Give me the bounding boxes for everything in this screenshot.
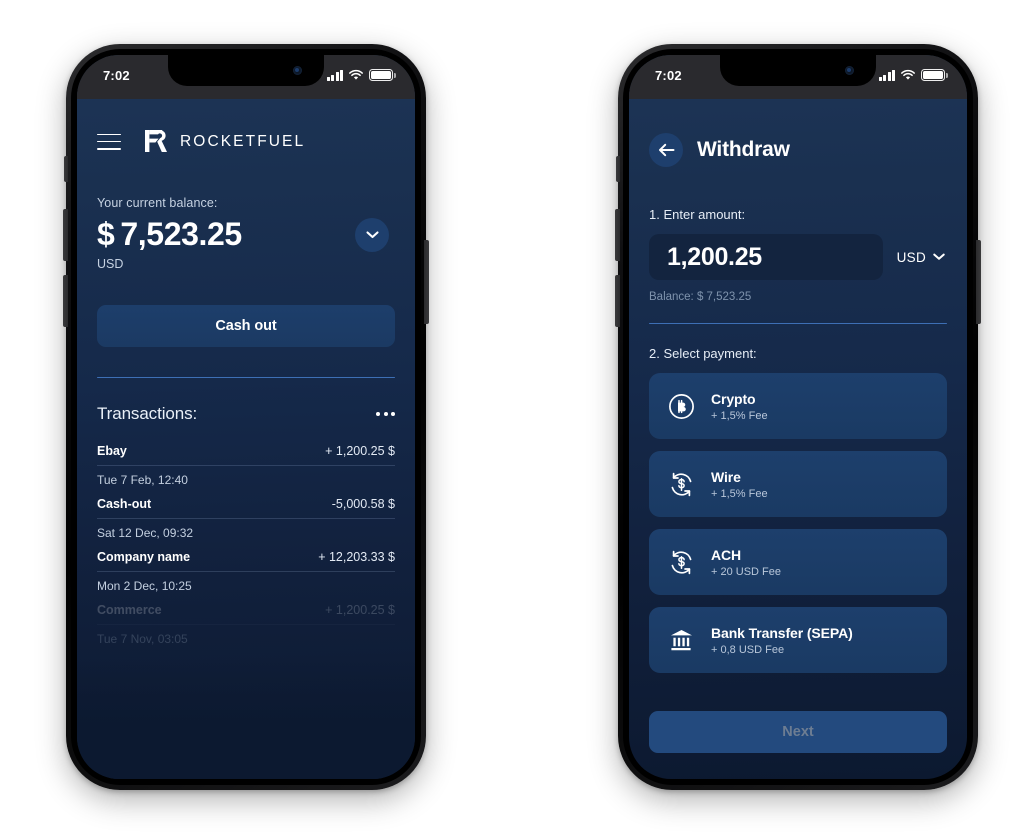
silence-switch[interactable] — [64, 156, 68, 182]
transaction-date: Tue 7 Feb, 12:40 — [97, 465, 395, 487]
balance-note: Balance: $ 7,523.25 — [649, 291, 752, 303]
step-2-label: 2. Select payment: — [649, 346, 757, 362]
transaction-amount: -5,000.58 $ — [331, 497, 395, 512]
rocketfuel-logo-icon — [145, 130, 167, 152]
transactions-list: Ebay + 1,200.25 $ Tue 7 Feb, 12:40 Cash-… — [97, 434, 395, 646]
front-camera — [845, 66, 854, 75]
bank-building-icon — [667, 626, 695, 654]
cash-out-button[interactable]: Cash out — [97, 305, 395, 347]
transaction-date: Tue 7 Nov, 03:05 — [97, 624, 395, 646]
signal-bars-icon — [878, 69, 895, 81]
wifi-icon — [901, 69, 915, 80]
screenshot-canvas: 7:02 ROCKETFUEL Your current balance: $ … — [0, 0, 1024, 838]
balance-row: $7,523.25 — [97, 216, 395, 253]
balance-expand-button[interactable] — [355, 217, 389, 252]
next-button[interactable]: Next — [649, 711, 947, 753]
payment-method-ach[interactable]: ACH + 20 USD Fee — [649, 529, 947, 596]
balance-currency: USD — [97, 257, 124, 271]
payment-method-fee: + 1,5% Fee — [711, 409, 768, 422]
chevron-down-icon — [365, 230, 379, 238]
transaction-name: Commerce — [97, 603, 162, 618]
payment-method-crypto[interactable]: Crypto + 1,5% Fee — [649, 373, 947, 440]
transaction-name: Cash-out — [97, 497, 152, 512]
payment-method-bank-transfer[interactable]: Bank Transfer (SEPA) + 0,8 USD Fee — [649, 607, 947, 674]
balance-currency-symbol: $ — [97, 216, 115, 252]
back-arrow-icon — [658, 143, 674, 157]
balance-amount: $7,523.25 — [97, 216, 242, 253]
brand-name: ROCKETFUEL — [180, 132, 306, 150]
balance-value: 7,523.25 — [120, 216, 242, 252]
transaction-amount: + 1,200.25 $ — [325, 444, 395, 459]
section-divider — [97, 377, 395, 379]
phone-screen: 7:02 — [629, 55, 967, 779]
transaction-date: Mon 2 Dec, 10:25 — [97, 571, 395, 593]
table-row[interactable]: Cash-out -5,000.58 $ Sat 12 Dec, 09:32 — [97, 487, 395, 540]
power-button[interactable] — [976, 240, 981, 324]
table-row[interactable]: Company name + 12,203.33 $ Mon 2 Dec, 10… — [97, 540, 395, 593]
payment-method-name: Wire — [711, 468, 741, 485]
hamburger-menu-icon[interactable] — [97, 133, 121, 150]
status-icons — [878, 69, 948, 81]
transaction-name: Ebay — [97, 444, 127, 459]
volume-up-button[interactable] — [615, 209, 620, 261]
phone-screen: 7:02 — [77, 55, 415, 779]
chevron-down-icon — [933, 253, 945, 260]
signal-bars-icon — [326, 69, 343, 81]
transaction-date: Sat 12 Dec, 09:32 — [97, 518, 395, 540]
bitcoin-coin-icon — [667, 392, 695, 420]
more-options-icon[interactable] — [376, 406, 395, 422]
transaction-name: Company name — [97, 550, 191, 565]
front-camera — [293, 66, 302, 75]
back-button[interactable] — [649, 133, 683, 167]
transactions-title: Transactions: — [97, 404, 198, 424]
payment-method-fee: + 0,8 USD Fee — [711, 643, 785, 656]
step-1-label: 1. Enter amount: — [649, 207, 746, 222]
status-icons — [326, 69, 396, 81]
currency-value: USD — [896, 249, 926, 265]
wifi-icon — [349, 69, 363, 80]
balance-label: Your current balance: — [97, 196, 218, 210]
status-time: 7:02 — [103, 67, 130, 83]
payment-method-name: ACH — [711, 546, 742, 563]
volume-down-button[interactable] — [63, 275, 68, 327]
amount-row: 1,200.25 USD — [649, 234, 947, 280]
battery-icon — [921, 69, 948, 81]
withdraw-header: Withdraw — [649, 99, 947, 167]
notch — [720, 55, 876, 86]
dollar-exchange-icon — [667, 470, 695, 498]
payment-method-fee: + 20 USD Fee — [711, 565, 782, 578]
payment-method-name: Bank Transfer (SEPA) — [711, 624, 853, 641]
table-row[interactable]: Commerce + 1,200.25 $ Tue 7 Nov, 03:05 — [97, 593, 395, 646]
payment-method-fee: + 1,5% Fee — [711, 487, 768, 500]
transaction-amount: + 1,200.25 $ — [325, 603, 395, 618]
payment-method-wire[interactable]: Wire + 1,5% Fee — [649, 451, 947, 518]
phone-dashboard: 7:02 ROCKETFUEL Your current balance: $ … — [63, 44, 429, 790]
volume-up-button[interactable] — [63, 209, 68, 261]
notch — [168, 55, 324, 86]
phone-withdraw: 7:02 Withdraw 1. Enter amount: 1,200.25 … — [615, 44, 981, 790]
dashboard-content: ROCKETFUEL Your current balance: $7,523.… — [77, 99, 415, 779]
page-title: Withdraw — [697, 138, 790, 161]
silence-switch[interactable] — [616, 156, 620, 182]
payment-methods-list: Crypto + 1,5% Fee Wire + 1,5% Fee ACH + … — [649, 373, 947, 674]
power-button[interactable] — [424, 240, 429, 324]
table-row[interactable]: Ebay + 1,200.25 $ Tue 7 Feb, 12:40 — [97, 434, 395, 487]
volume-down-button[interactable] — [615, 275, 620, 327]
withdraw-content: Withdraw 1. Enter amount: 1,200.25 USD B… — [629, 99, 967, 779]
section-divider — [649, 323, 947, 325]
payment-method-name: Crypto — [711, 390, 756, 407]
currency-selector[interactable]: USD — [897, 250, 947, 265]
battery-icon — [369, 69, 396, 81]
app-bar: ROCKETFUEL — [97, 99, 395, 154]
brand-logo: ROCKETFUEL — [143, 129, 305, 154]
status-time: 7:02 — [655, 67, 682, 83]
dollar-exchange-icon — [667, 548, 695, 576]
transaction-amount: + 12,203.33 $ — [318, 550, 395, 565]
transactions-header: Transactions: — [97, 404, 395, 424]
amount-input[interactable]: 1,200.25 — [649, 234, 883, 280]
